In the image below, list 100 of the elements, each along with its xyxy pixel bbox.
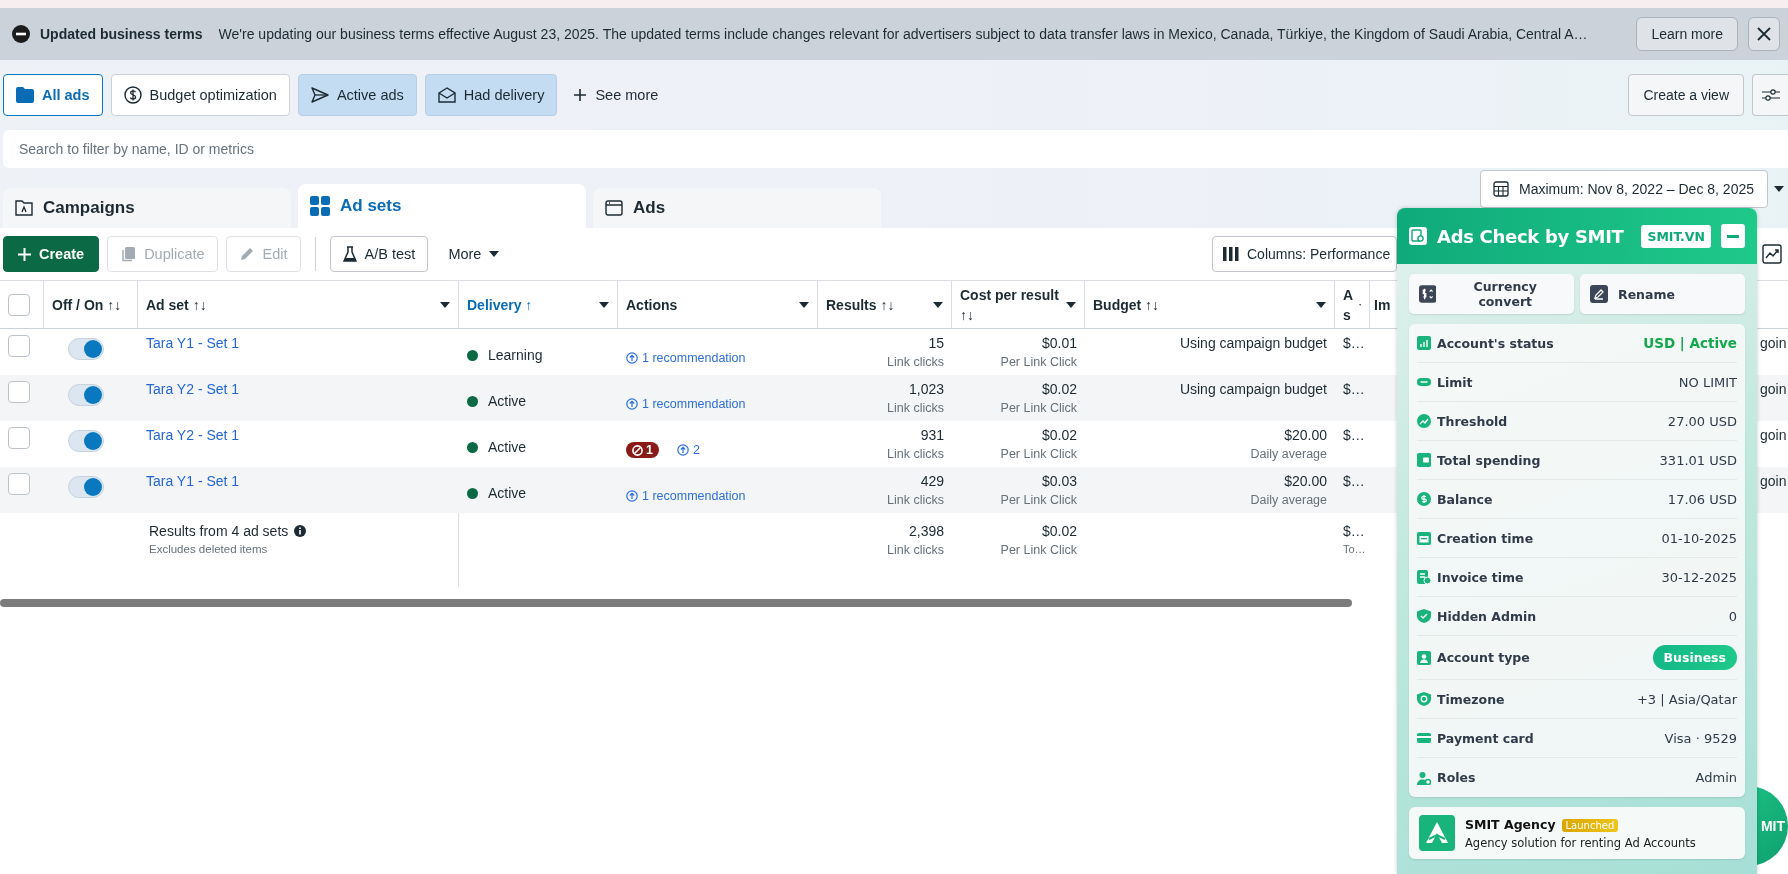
ad-set-link[interactable]: Tara Y2 - Set 1 (146, 381, 240, 397)
recommendation-link[interactable]: 1 recommendation (626, 489, 746, 503)
row-checkbox[interactable] (8, 427, 30, 449)
info-value: Visa · 9529 (1664, 730, 1737, 746)
row-checkbox[interactable] (8, 335, 30, 357)
column-header[interactable]: Im (1374, 294, 1391, 315)
blocked-icon (632, 444, 643, 456)
folder-icon (16, 87, 34, 103)
column-header[interactable]: Delivery ↑ (467, 294, 593, 315)
cost-label: Per Link Click (1000, 355, 1077, 369)
recommendation-link[interactable]: 1 recommendation (626, 397, 746, 411)
table-cell: goin (1760, 427, 1787, 443)
learn-more-button[interactable]: Learn more (1636, 17, 1738, 51)
chart-icon (1417, 336, 1431, 350)
create-view-button[interactable]: Create a view (1628, 74, 1744, 116)
trend-chart-icon (1762, 244, 1782, 264)
table-cell: goin (1760, 381, 1787, 397)
column-header[interactable]: A s (1343, 284, 1353, 325)
cost-label: Per Link Click (1000, 493, 1077, 507)
info-value: 27.00 USD (1667, 413, 1737, 429)
close-button[interactable] (1748, 17, 1780, 51)
info-label: Roles (1437, 770, 1477, 785)
arrow-up-circle-icon (626, 490, 638, 502)
columns-icon (1223, 247, 1239, 261)
budget-value: $20.00 (1284, 427, 1327, 443)
issue-badge[interactable]: 1 (626, 442, 659, 458)
minimize-button[interactable] (1721, 224, 1745, 248)
filter-settings-button[interactable] (1752, 74, 1788, 116)
calendar-icon (1417, 531, 1431, 545)
scrollbar[interactable] (0, 599, 1352, 607)
calendar-icon (1493, 181, 1509, 197)
level-tab[interactable]: Ad sets (298, 184, 586, 228)
column-header[interactable]: Ad set ↑↓ (146, 294, 434, 315)
arrow-up-circle-icon (626, 398, 638, 410)
results-label: Link clicks (887, 543, 944, 557)
column-header[interactable]: Off / On ↑↓ (52, 294, 129, 315)
agency-description: Agency solution for renting Ad Accounts (1465, 835, 1696, 850)
panel-button[interactable]: Currency convert (1409, 274, 1574, 314)
cost-value: $0.01 (1041, 335, 1077, 351)
sliders-icon (1761, 88, 1780, 102)
status-dot (467, 395, 478, 407)
shield-icon (1417, 609, 1431, 623)
filter-chip[interactable]: Budget optimization (110, 74, 290, 116)
recommendation-link[interactable]: 2 (676, 443, 700, 457)
toggle-switch[interactable] (68, 476, 104, 498)
info-label: Timezone (1437, 691, 1506, 707)
toggle-switch[interactable] (68, 430, 104, 452)
budget-value: $20.00 (1284, 473, 1327, 489)
invoice-icon (1417, 570, 1431, 584)
toggle-switch[interactable] (68, 384, 104, 406)
filter-chip[interactable]: All ads (3, 74, 103, 116)
ad-set-link[interactable]: Tara Y2 - Set 1 (146, 427, 240, 443)
info-label: Account type (1437, 650, 1531, 665)
minus-circle-icon (12, 25, 30, 43)
credit-card-icon (1417, 731, 1431, 745)
status-value: USD | Active (1643, 335, 1737, 351)
column-header[interactable]: Cost per result ↑↓ (960, 284, 1060, 325)
level-tab[interactable]: Campaigns (3, 188, 291, 228)
info-label: Invoice time (1437, 569, 1525, 585)
info-value: 01-10-2025 (1661, 530, 1737, 546)
column-header[interactable]: Actions (626, 294, 793, 315)
column-header[interactable]: Results ↑↓ (826, 294, 927, 315)
select-all-checkbox[interactable] (8, 293, 30, 316)
search-field[interactable]: Search to filter by name, ID or metrics (3, 130, 1788, 168)
toolbar-button[interactable]: Create (3, 236, 100, 272)
row-checkbox[interactable] (8, 381, 30, 403)
see-more-button[interactable]: See more (565, 87, 667, 103)
filter-chip[interactable]: Had delivery (424, 74, 558, 116)
summary-title: Results from 4 ad sets (149, 523, 289, 539)
row-checkbox[interactable] (8, 473, 30, 495)
envelope-icon (437, 87, 456, 103)
level-tab[interactable]: Ads (593, 188, 881, 228)
info-label: Limit (1437, 374, 1474, 390)
info-value: 331.01 USD (1659, 452, 1737, 468)
flask-icon (342, 246, 357, 262)
window-icon (605, 200, 623, 216)
status-dot (467, 487, 478, 499)
results-label: Link clicks (887, 401, 944, 415)
results-label: Link clicks (887, 493, 944, 507)
agency-logo-icon (1419, 815, 1455, 851)
ad-set-link[interactable]: Tara Y1 - Set 1 (146, 335, 240, 351)
ad-set-link[interactable]: Tara Y1 - Set 1 (146, 473, 240, 489)
table-cell: goin (1760, 473, 1787, 489)
table-cell-text: $… (1343, 523, 1366, 539)
banner-message: We're updating our business terms effective August 23, 2025. The updated terms include changes relevant for advertisers subject to data transfer laws in Mexico, Canada, Türkiye, the Kingdom of Saudi Arabia, Central A… (218, 26, 1589, 42)
recommendation-link[interactable]: 1 recommendation (626, 351, 746, 365)
minus-icon (1727, 234, 1739, 238)
filter-chip[interactable]: Active ads (297, 74, 417, 116)
toggle-switch[interactable] (68, 338, 104, 360)
launched-badge: Launched (1561, 818, 1619, 832)
info-value: 0 (1728, 608, 1737, 624)
user-gear-icon (1417, 770, 1431, 785)
panel-button[interactable]: Rename (1580, 274, 1745, 314)
info-value: 17.06 USD (1667, 491, 1737, 507)
column-header[interactable]: Budget ↑↓ (1093, 294, 1310, 315)
shield-clock-icon (1417, 692, 1431, 706)
agency-card[interactable]: SMIT Agency Launched Agency solution for renting Ad Accounts (1409, 807, 1745, 859)
info-label: Payment card (1437, 730, 1535, 746)
toolbar-button[interactable]: A/B test (329, 236, 429, 272)
columns-button[interactable]: Columns: Performance (1212, 236, 1397, 272)
